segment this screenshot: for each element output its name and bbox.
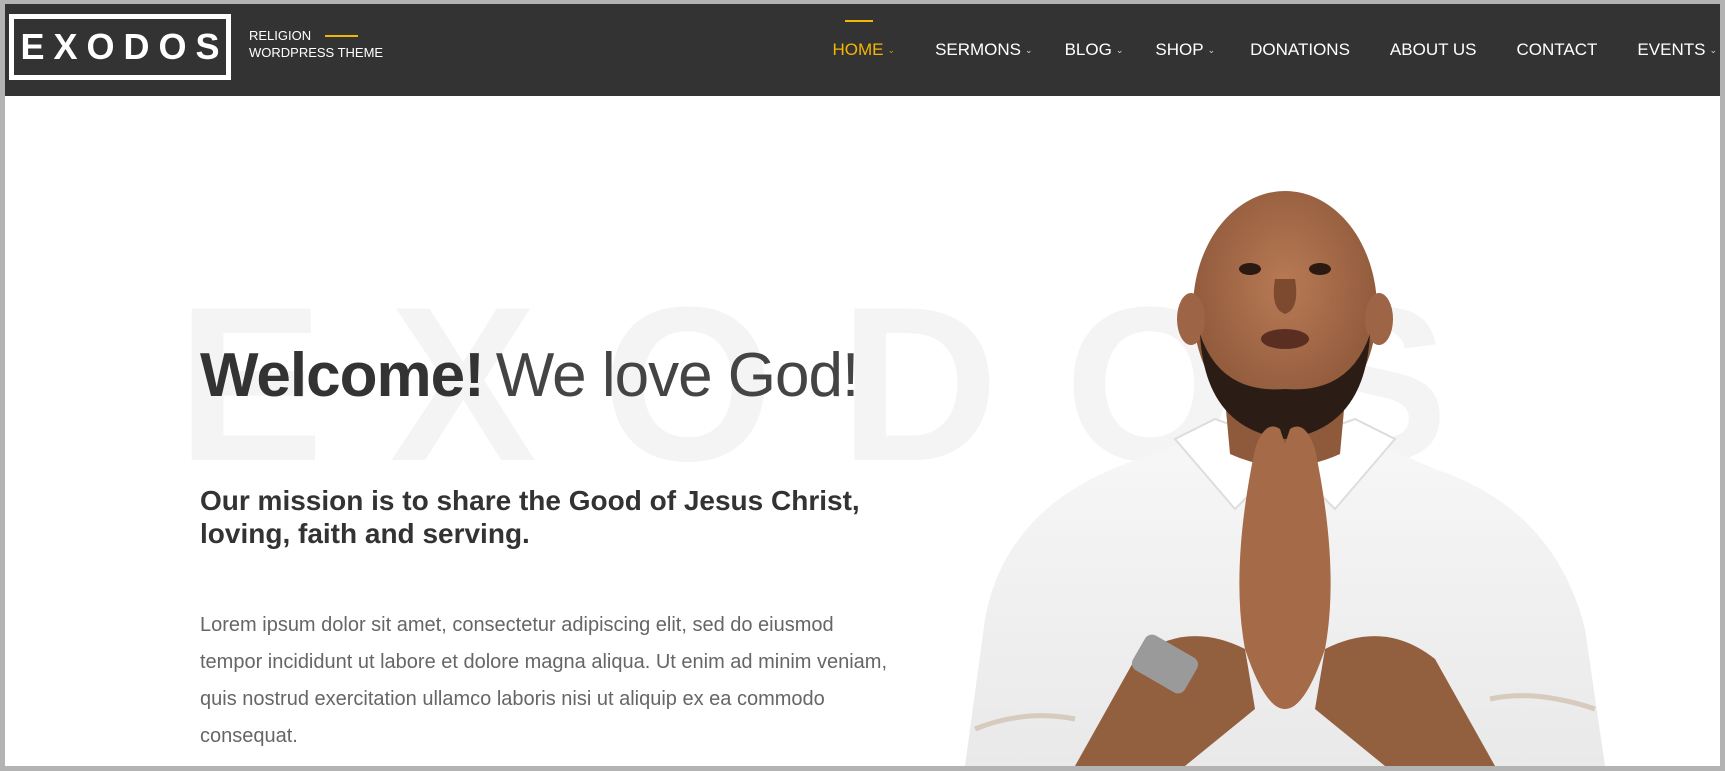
active-indicator: [844, 20, 873, 22]
nav-label: EVENTS: [1637, 40, 1706, 59]
chevron-down-icon: ⌄: [887, 44, 896, 55]
chevron-down-icon: ⌄: [1709, 44, 1717, 55]
hero-title: Welcome! We love God!: [200, 340, 859, 411]
nav-item-contact[interactable]: CONTACT: [1517, 40, 1598, 60]
tagline-accent-rule: [325, 34, 359, 37]
nav-label: ABOUT US: [1389, 40, 1477, 59]
hero-body-text: Lorem ipsum dolor sit amet, consectetur …: [200, 614, 888, 747]
hero-title-strong: Welcome!: [200, 341, 485, 410]
chevron-down-icon: ⌄: [1115, 44, 1124, 55]
nav-item-home[interactable]: HOME ⌄: [832, 20, 896, 60]
praying-man-image: [965, 191, 1605, 766]
nav-label: SERMONS: [935, 40, 1022, 59]
mission-statement: Our mission is to share the Good of Jesu…: [200, 485, 860, 549]
nav-item-donations[interactable]: DONATIONS: [1250, 40, 1350, 60]
nav-label: DONATIONS: [1250, 40, 1350, 59]
chevron-down-icon: ⌄: [1025, 44, 1033, 55]
main-nav: HOME ⌄ SERMONS ⌄ BLOG ⌄ SHOP ⌄ DONATIONS…: [833, 4, 1720, 96]
nav-label: BLOG: [1064, 40, 1112, 59]
site-tagline: RELIGION WORDPRESS THEME: [249, 27, 383, 61]
tagline-line2: WORDPRESS THEME: [249, 45, 384, 60]
nav-item-shop[interactable]: SHOP ⌄: [1155, 40, 1215, 60]
nav-item-events[interactable]: EVENTS ⌄: [1637, 40, 1717, 60]
nav-item-blog[interactable]: BLOG ⌄: [1065, 40, 1124, 60]
logo-text: EXODOS: [20, 26, 229, 67]
nav-item-sermons[interactable]: SERMONS ⌄: [935, 40, 1033, 60]
chevron-down-icon: ⌄: [1207, 44, 1216, 55]
nav-label: CONTACT: [1516, 40, 1598, 59]
site-logo[interactable]: EXODOS: [9, 14, 231, 80]
tagline-line1: RELIGION: [249, 28, 312, 43]
nav-label: SHOP: [1155, 40, 1204, 59]
nav-item-about-us[interactable]: ABOUT US: [1390, 40, 1477, 60]
hero-title-light: We love God!: [495, 341, 859, 410]
nav-label: HOME: [832, 40, 884, 59]
browser-viewport: EXODOS RELIGION WORDPRESS THEME HOME ⌄ S…: [5, 4, 1720, 766]
site-header: EXODOS RELIGION WORDPRESS THEME HOME ⌄ S…: [5, 4, 1720, 96]
